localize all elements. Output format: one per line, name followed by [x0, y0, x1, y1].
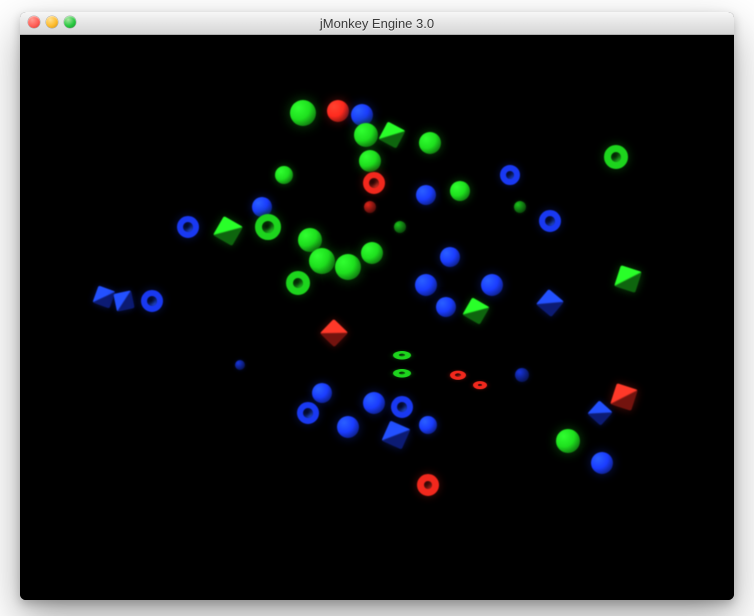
scene-sphere — [354, 123, 378, 147]
scene-torus — [450, 371, 467, 380]
scene-sphere — [335, 254, 361, 280]
scene-cube — [614, 265, 642, 293]
window-controls — [28, 16, 76, 28]
scene-torus — [286, 271, 310, 295]
scene-sphere — [450, 181, 470, 201]
minimize-icon[interactable] — [46, 16, 58, 28]
scene-cube — [610, 383, 638, 411]
scene-torus — [391, 396, 413, 418]
scene-cube — [587, 400, 612, 425]
scene-cube — [381, 420, 410, 449]
scene-sphere — [591, 452, 613, 474]
scene-sphere — [556, 429, 580, 453]
scene-torus — [363, 172, 385, 194]
scene-sphere — [337, 416, 359, 438]
scene-torus — [297, 402, 319, 424]
scene-torus — [473, 381, 488, 389]
zoom-icon[interactable] — [64, 16, 76, 28]
scene-torus — [500, 165, 520, 185]
scene-torus — [177, 216, 199, 238]
scene-torus — [141, 290, 163, 312]
scene-sphere — [436, 297, 456, 317]
scene-sphere — [312, 383, 332, 403]
scene-sphere — [440, 247, 460, 267]
scene-torus — [392, 369, 411, 377]
window-titlebar[interactable]: jMonkey Engine 3.0 — [20, 12, 734, 35]
scene-cube — [213, 216, 243, 246]
scene-sphere — [419, 132, 441, 154]
scene-sphere — [415, 274, 437, 296]
scene-sphere — [481, 274, 503, 296]
window-title: jMonkey Engine 3.0 — [320, 16, 434, 31]
scene-sphere — [514, 201, 526, 213]
scene-sphere — [416, 185, 436, 205]
scene-sphere — [359, 150, 381, 172]
scene-torus — [539, 210, 561, 232]
scene-sphere — [363, 392, 385, 414]
scene-torus — [255, 214, 281, 240]
scene-sphere — [361, 242, 383, 264]
scene-torus — [417, 474, 439, 496]
scene-sphere — [515, 368, 529, 382]
scene-sphere — [419, 416, 437, 434]
scene-sphere — [235, 360, 245, 370]
app-window: jMonkey Engine 3.0 — [20, 12, 734, 600]
scene-sphere — [327, 100, 349, 122]
scene-cube — [92, 285, 115, 308]
scene-cube — [113, 290, 134, 311]
render-viewport[interactable] — [20, 35, 734, 600]
scene-torus — [604, 145, 628, 169]
scene-sphere — [364, 201, 376, 213]
scene-sphere — [394, 221, 406, 233]
scene-sphere — [290, 100, 316, 126]
scene-cube — [536, 289, 564, 317]
scene-torus — [392, 351, 411, 359]
close-icon[interactable] — [28, 16, 40, 28]
scene-sphere — [275, 166, 293, 184]
scene-sphere — [309, 248, 335, 274]
scene-cube — [462, 297, 489, 324]
scene-cube — [378, 121, 405, 148]
scene-cube — [320, 319, 348, 347]
